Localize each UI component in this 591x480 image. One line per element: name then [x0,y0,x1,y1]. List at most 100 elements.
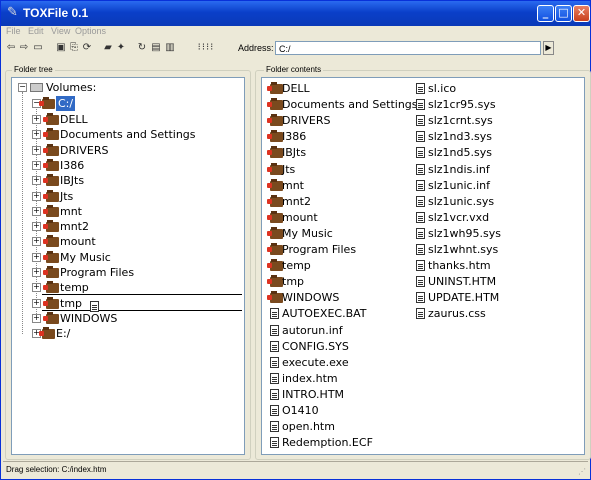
tree-label: DRIVERS [60,143,109,157]
item-label: index.htm [282,371,338,385]
folder-icon [43,266,59,278]
maximize-button[interactable]: □ [555,5,572,22]
tree-node-folder[interactable]: + mnt2 [12,219,242,234]
tree-node-e-drive[interactable]: + E:/ [12,326,242,341]
expand-toggle[interactable]: + [32,115,41,124]
tree-node-folder[interactable]: + Documents and Settings [12,127,242,142]
item-label: Redemption.ECF [282,436,373,450]
drag-drop-indicator-top [42,294,242,295]
item-label: CONFIG.SYS [282,339,349,353]
drag-drop-indicator-bottom [42,310,242,311]
tree-label: Volumes: [46,81,97,94]
folder-tree-pane[interactable]: − Volumes: − C:/ + DELL + Documents and Set… [11,77,245,455]
tree-node-folder[interactable]: + tmp [12,296,242,311]
save-icon[interactable]: ▣ [55,42,67,54]
folder-icon [43,113,59,125]
collapse-toggle[interactable]: − [18,83,27,92]
expand-toggle[interactable]: + [32,298,41,308]
copy-icon[interactable]: ⎘ [68,42,80,54]
expand-toggle[interactable]: + [32,145,41,155]
file-icon [416,115,425,127]
expand-toggle[interactable]: + [32,206,41,216]
folder-icon [43,174,59,187]
tree-node-folder[interactable]: + WINDOWS [12,311,242,326]
menu-view[interactable]: View [51,26,70,36]
item-label: mnt2 [282,194,311,208]
folder-icon [43,281,59,294]
item-label: open.htm [282,420,335,434]
expand-toggle[interactable]: + [32,283,41,293]
item-label: My Music [282,226,333,240]
file-icon [416,163,425,175]
item-label: execute.exe [282,355,349,369]
file-icon [416,147,425,159]
file-icon [416,227,425,239]
status-bar: Drag selection: C:/index.htm [3,461,588,477]
tree-label: Jts [60,189,74,203]
tree-label: DELL [60,113,88,126]
item-label: slz1vcr.vxd [428,210,490,224]
item-label: zaurus.css [428,307,486,321]
menu-edit[interactable]: Edit [28,26,44,36]
expand-toggle[interactable]: + [32,252,41,262]
folder-tree-title: Folder tree [12,65,55,74]
item-label: autorun.inf [282,323,343,337]
tree-node-folder[interactable]: + Program Files [12,265,242,280]
tree-label: Program Files [60,266,135,279]
app-feather-icon: ✎ [7,5,18,20]
tree-node-folder[interactable]: + DELL [12,112,242,127]
folder-icon [43,189,59,202]
tree-node-folder[interactable]: + IBJts [12,173,242,188]
expand-toggle[interactable]: + [32,237,41,247]
delete-icon[interactable]: ▥ [164,42,176,54]
go-button[interactable]: ▶ [543,41,554,55]
tree-node-c-drive[interactable]: − C:/ [12,96,242,111]
expand-toggle[interactable]: + [32,222,41,232]
title-bar[interactable]: ✎ TOXFile 0.1 _ □ ✕ [1,1,590,26]
item-label: slz1whnt.sys [428,243,499,256]
folder-contents-pane[interactable]: DELL Documents and Settings DRIVERS I386 IBJ… [261,77,585,455]
file-icon [416,276,425,288]
view-details-icon[interactable]: ⁝⁝⁝⁝ [187,42,225,54]
document-icon[interactable]: ▤ [150,42,162,54]
forward-icon[interactable]: ⇨ [18,42,30,54]
tree-label: IBJts [60,174,85,188]
menu-file[interactable]: File [6,26,21,36]
file-icon [416,260,425,272]
expand-toggle[interactable]: + [32,130,41,140]
item-label: UPDATE.HTM [428,291,500,305]
tree-root-volumes[interactable]: − Volumes: [12,80,242,95]
item-label: mount [282,210,318,224]
menu-options[interactable]: Options [75,26,106,36]
resize-grip-icon[interactable]: ⋰ [578,467,588,477]
expand-toggle[interactable]: + [32,313,41,323]
item-label: thanks.htm [428,259,491,273]
expand-toggle[interactable]: + [32,160,41,170]
file-icon [416,292,425,304]
address-input[interactable]: C:/ [275,41,541,55]
expand-toggle[interactable]: + [32,191,41,201]
expand-toggle[interactable]: + [32,176,41,186]
back-icon[interactable]: ⇦ [5,42,17,54]
expand-toggle[interactable]: + [32,268,41,277]
reload-icon[interactable]: ↻ [136,42,148,54]
close-button[interactable]: ✕ [573,5,590,22]
file-icon [270,356,279,368]
open-folder-icon[interactable]: ▰ [102,42,114,54]
tree-node-folder[interactable]: + mount [12,234,242,249]
tree-node-folder[interactable]: + mnt [12,204,242,219]
file-icon [416,179,425,191]
minimize-button[interactable]: _ [537,5,554,22]
drive-icon [30,83,43,92]
refresh-icon[interactable]: ⟳ [81,42,93,54]
tree-node-folder[interactable]: + I386 [12,158,242,173]
tree-node-folder[interactable]: + Jts [12,189,242,204]
window-title: TOXFile 0.1 [23,6,89,20]
file-icon [416,308,425,320]
tree-node-folder[interactable]: + DRIVERS [12,143,242,158]
file-icon [416,211,425,223]
tools-icon[interactable]: ✦ [115,42,127,54]
item-label: Program Files [282,243,357,256]
drive-icon[interactable]: ▭ [32,42,44,54]
tree-node-folder[interactable]: + My Music [12,250,242,265]
